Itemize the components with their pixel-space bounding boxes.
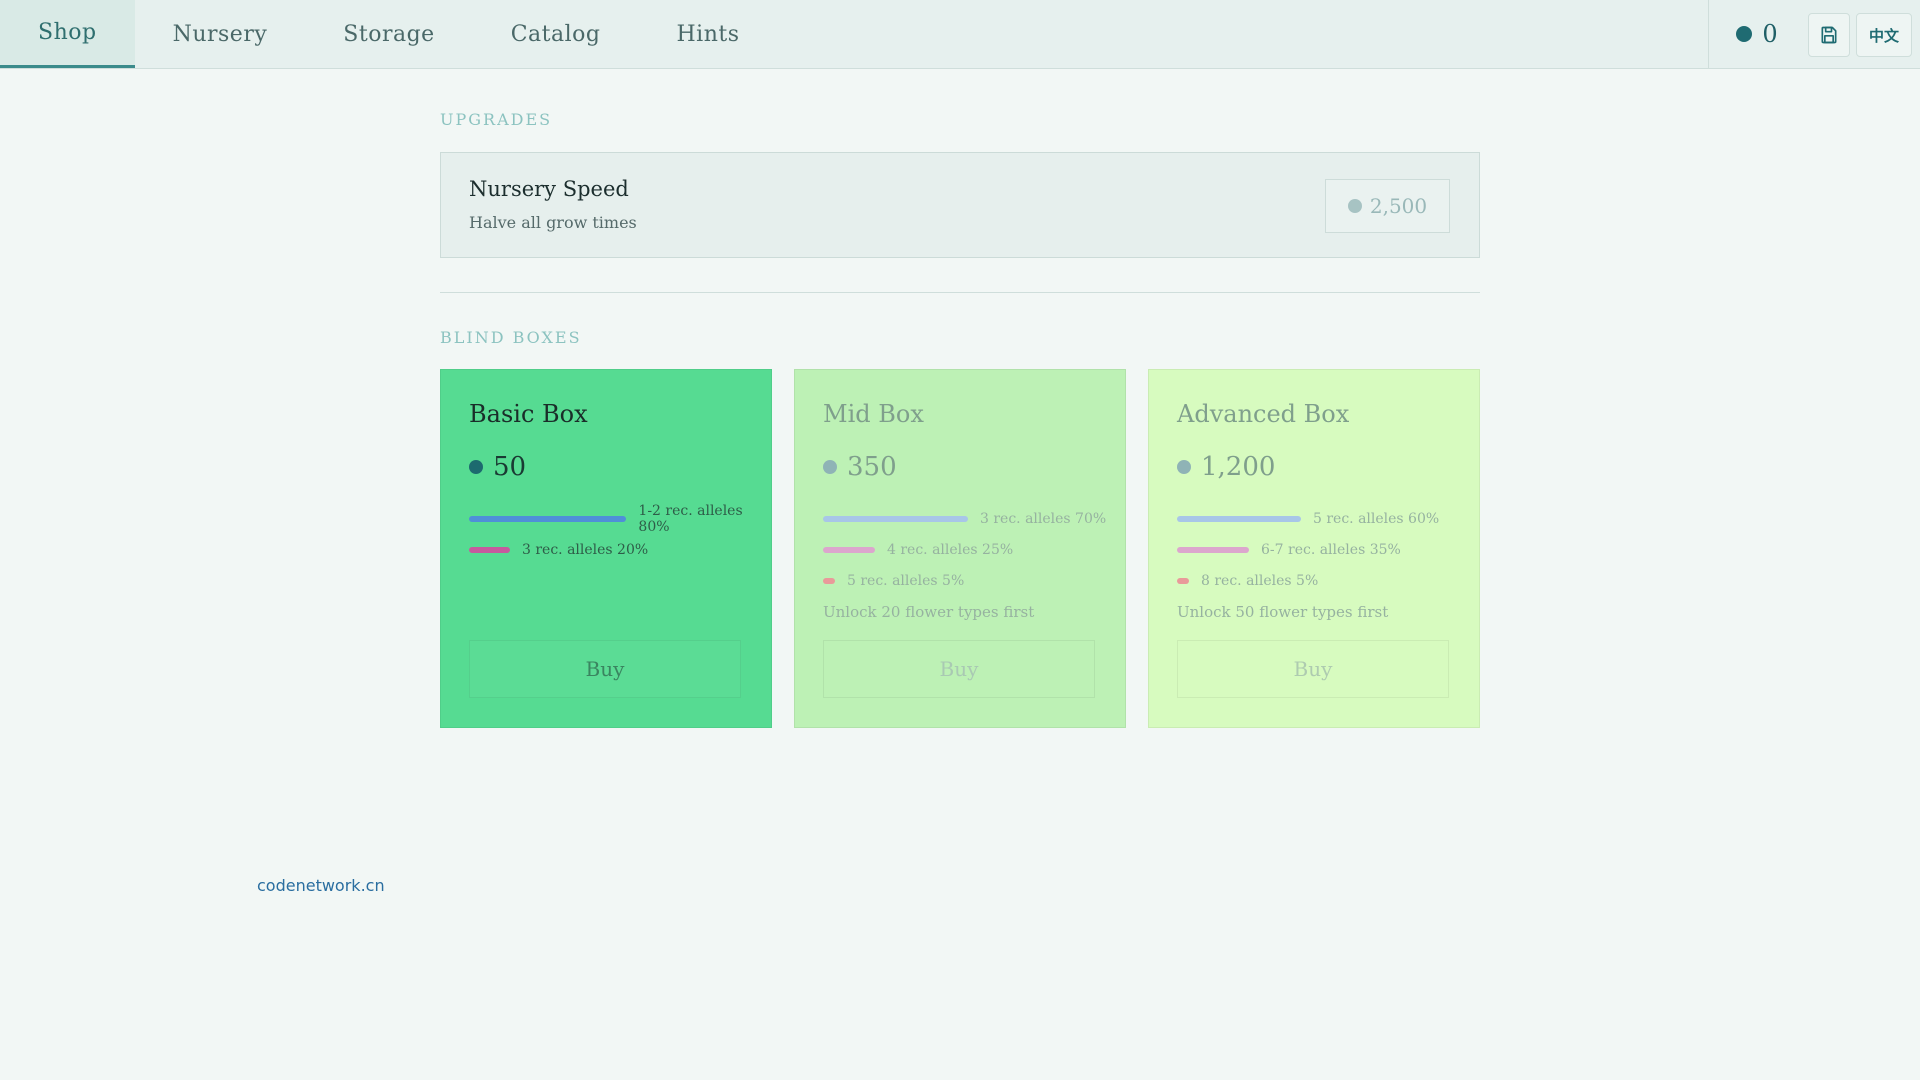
tab-storage[interactable]: Storage (305, 0, 472, 68)
odds-label: 3 rec. alleles 70% (980, 510, 1107, 527)
coin-balance-value: 0 (1762, 20, 1778, 48)
box-price: 1,200 (1177, 452, 1275, 482)
odds-bar (823, 577, 835, 584)
coin-icon (1736, 26, 1753, 42)
odds-row: 4 rec. alleles 25% (823, 534, 1106, 565)
odds-bar (1177, 546, 1249, 553)
box-price: 350 (823, 452, 897, 482)
section-divider (440, 292, 1480, 293)
odds-label: 4 rec. alleles 25% (887, 541, 1014, 558)
blind-box-basic: Basic Box 50 1-2 rec. alleles 80% 3 rec.… (440, 369, 772, 728)
save-icon (1821, 26, 1837, 44)
box-odds-list: 1-2 rec. alleles 80% 3 rec. alleles 20% (469, 503, 771, 565)
odds-label: 8 rec. alleles 5% (1201, 572, 1319, 589)
box-name: Basic Box (469, 400, 588, 428)
upgrade-name: Nursery Speed (469, 177, 629, 201)
odds-bar (823, 546, 875, 553)
upgrade-buy-button[interactable]: 2,500 (1325, 179, 1450, 233)
save-button[interactable] (1808, 13, 1850, 57)
upgrade-card-nursery-speed: Nursery Speed Halve all grow times 2,500 (440, 152, 1480, 258)
odds-label: 5 rec. alleles 5% (847, 572, 965, 589)
upgrade-description: Halve all grow times (469, 213, 637, 232)
odds-row: 6-7 rec. alleles 35% (1177, 534, 1439, 565)
unlock-requirement: Unlock 50 flower types first (1177, 603, 1389, 621)
tab-hints[interactable]: Hints (638, 0, 777, 68)
odds-row: 3 rec. alleles 20% (469, 534, 771, 565)
odds-row: 5 rec. alleles 5% (823, 565, 1106, 596)
upgrade-price: 2,500 (1369, 194, 1428, 218)
language-toggle-button[interactable]: 中文 (1856, 13, 1912, 57)
box-price-value: 50 (493, 452, 527, 482)
blind-box-advanced: Advanced Box 1,200 5 rec. alleles 60% 6-… (1148, 369, 1480, 728)
box-price: 50 (469, 452, 526, 482)
buy-button[interactable]: Buy (1177, 640, 1449, 698)
buy-button[interactable]: Buy (469, 640, 741, 698)
blind-boxes-section-title: BLIND BOXES (440, 328, 582, 347)
coin-balance: 0 (1708, 0, 1805, 68)
coin-icon (823, 460, 837, 474)
coin-icon (1347, 199, 1362, 213)
box-price-value: 1,200 (1201, 452, 1276, 482)
odds-row: 1-2 rec. alleles 80% (469, 502, 771, 535)
odds-row: 8 rec. alleles 5% (1177, 565, 1439, 596)
box-odds-list: 5 rec. alleles 60% 6-7 rec. alleles 35% … (1177, 503, 1439, 596)
top-nav-bar: Shop Nursery Storage Catalog Hints 0 中文 (0, 0, 1920, 69)
odds-bar (1177, 515, 1301, 522)
box-name: Mid Box (823, 400, 924, 428)
nav-tabs: Shop Nursery Storage Catalog Hints (0, 0, 778, 68)
odds-bar (469, 515, 627, 522)
odds-label: 5 rec. alleles 60% (1313, 510, 1440, 527)
odds-bar (469, 546, 510, 553)
upgrades-section-title: UPGRADES (440, 110, 553, 129)
tab-nursery[interactable]: Nursery (135, 0, 306, 68)
odds-bar (1177, 577, 1189, 584)
coin-icon (469, 460, 483, 474)
footer-site-link[interactable]: codenetwork.cn (257, 876, 385, 895)
coin-icon (1177, 460, 1191, 474)
unlock-requirement: Unlock 20 flower types first (823, 603, 1035, 621)
box-odds-list: 3 rec. alleles 70% 4 rec. alleles 25% 5 … (823, 503, 1106, 596)
buy-button[interactable]: Buy (823, 640, 1095, 698)
odds-row: 5 rec. alleles 60% (1177, 503, 1439, 534)
box-name: Advanced Box (1177, 400, 1350, 428)
odds-label: 6-7 rec. alleles 35% (1261, 541, 1401, 558)
blind-box-mid: Mid Box 350 3 rec. alleles 70% 4 rec. al… (794, 369, 1126, 728)
tab-shop[interactable]: Shop (0, 0, 135, 68)
odds-bar (823, 515, 968, 522)
box-price-value: 350 (847, 452, 897, 482)
odds-row: 3 rec. alleles 70% (823, 503, 1106, 534)
tab-catalog[interactable]: Catalog (473, 0, 639, 68)
odds-label: 3 rec. alleles 20% (522, 541, 649, 558)
odds-label: 1-2 rec. alleles 80% (638, 502, 743, 535)
